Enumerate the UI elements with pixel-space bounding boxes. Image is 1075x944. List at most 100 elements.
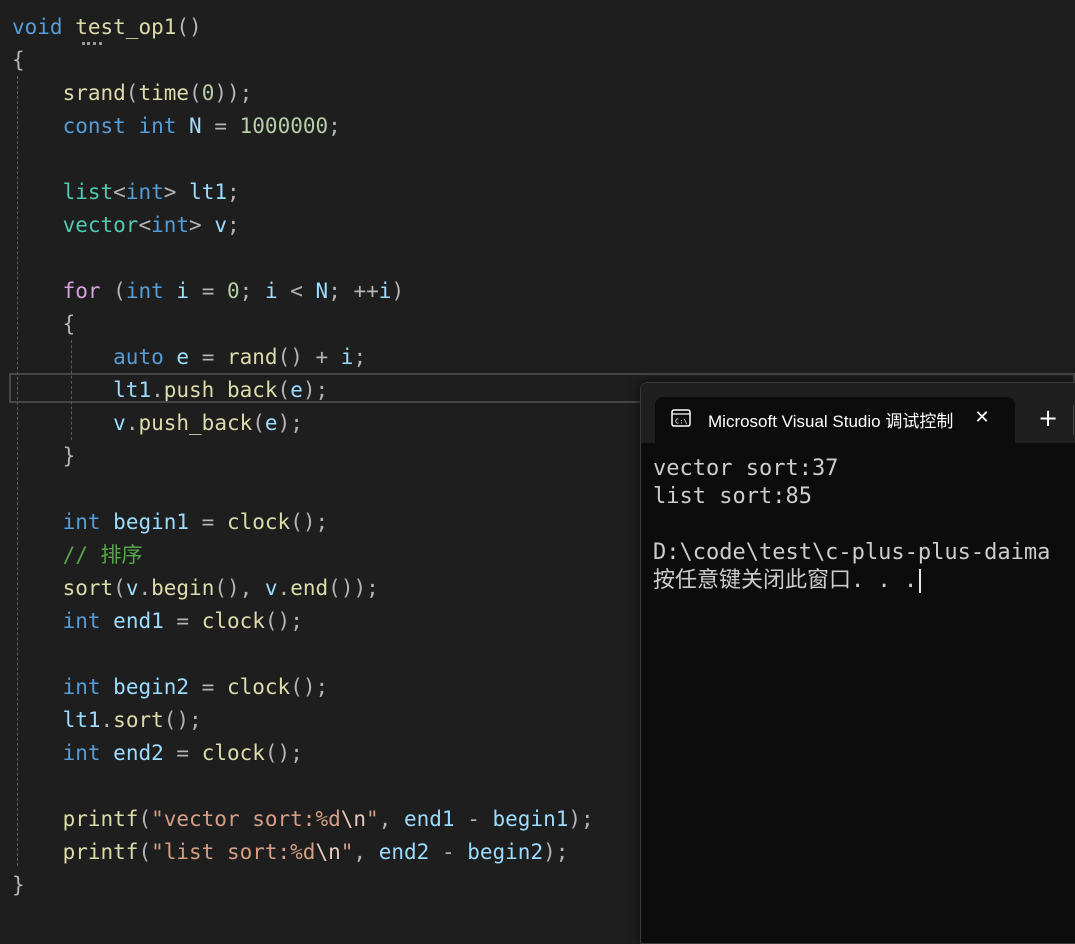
code-line: auto e = rand() + i;: [12, 341, 366, 374]
close-icon[interactable]: ✕: [971, 405, 993, 431]
code-token: lt1: [189, 180, 227, 204]
code-token: (): [176, 15, 202, 39]
code-token: clock: [226, 675, 291, 699]
console-line: D:\code\test\c-plus-plus-daima: [653, 540, 1051, 565]
code-token: =: [189, 510, 227, 534]
code-token: -: [429, 840, 468, 864]
code-line: sort(v.begin(), v.end());: [12, 572, 379, 605]
code-line: for (int i = 0; i < N; ++i): [12, 275, 405, 308]
code-token: sort: [113, 708, 164, 732]
code-token: .: [125, 411, 139, 435]
code-token: int: [62, 609, 101, 633]
code-token: <: [113, 180, 126, 204]
new-tab-button[interactable]: +: [1035, 405, 1061, 431]
console-output[interactable]: vector sort:37 list sort:85 D:\code\test…: [653, 455, 1075, 595]
code-token: .: [277, 576, 291, 600]
code-token: v: [214, 213, 227, 237]
console-window[interactable]: C:\ Microsoft Visual Studio 调试控制台 ✕ + ve…: [640, 382, 1075, 944]
code-line: lt1.sort();: [12, 704, 202, 737]
indent-guide-outer: [17, 76, 18, 866]
code-line: int end2 = clock();: [12, 737, 303, 770]
code-token: i: [378, 279, 392, 303]
code-token: ();: [290, 510, 329, 534]
code-token: );: [277, 411, 303, 435]
code-token: }: [12, 873, 25, 897]
console-prompt-text: 按任意键关闭此窗口. . .: [653, 568, 918, 593]
code-token: ;: [227, 213, 240, 237]
code-token: int: [62, 741, 101, 765]
code-token: ;: [353, 345, 367, 369]
code-line: // 排序: [12, 539, 143, 572]
code-token: () +: [277, 345, 341, 369]
code-token: 0: [227, 279, 240, 303]
code-line: list<int> lt1;: [12, 176, 240, 209]
code-token: // 排序: [62, 543, 143, 567]
console-tab[interactable]: C:\ Microsoft Visual Studio 调试控制台 ✕: [655, 397, 1015, 443]
code-line: int begin2 = clock();: [12, 671, 329, 704]
code-token: e: [264, 411, 278, 435]
code-line: {: [12, 308, 76, 341]
code-token: );: [543, 840, 569, 864]
code-token: i: [340, 345, 354, 369]
code-token: int: [62, 675, 101, 699]
indent-guide-inner: [71, 340, 72, 440]
code-token: {: [12, 48, 25, 72]
code-line: }: [12, 440, 76, 473]
code-token: int: [125, 180, 164, 204]
code-token: end: [290, 576, 329, 600]
code-line: }: [12, 869, 25, 902]
code-token: >: [189, 213, 202, 237]
code-token: -: [454, 807, 493, 831]
code-token: ));: [214, 81, 253, 105]
code-line: printf("vector sort:%d\n", end1 - begin1…: [12, 803, 594, 836]
console-tab-title: Microsoft Visual Studio 调试控制台: [708, 412, 955, 431]
code-token: begin2: [113, 675, 190, 699]
console-line: list sort:85: [653, 484, 812, 509]
code-token: =: [201, 114, 240, 138]
code-token: clock: [201, 609, 265, 633]
code-token: (),: [214, 576, 265, 600]
code-token: \n: [340, 807, 367, 831]
code-token: v: [125, 576, 139, 600]
code-line: srand(time(0));: [12, 77, 253, 110]
code-token: {: [62, 312, 76, 336]
code-token: i: [176, 279, 190, 303]
code-token: for: [62, 279, 101, 303]
code-token: int: [125, 279, 164, 303]
code-token: end1: [113, 609, 164, 633]
code-token: ": [366, 807, 379, 831]
code-token: (: [189, 81, 202, 105]
tab-divider: [1073, 405, 1074, 435]
code-token: ": [340, 840, 354, 864]
code-token: .: [138, 576, 152, 600]
code-token: ();: [163, 708, 202, 732]
code-token: ; ++: [328, 279, 379, 303]
suggestion-squiggle: [82, 38, 102, 45]
code-token: end2: [113, 741, 164, 765]
code-token: ;: [328, 114, 341, 138]
svg-text:C:\: C:\: [675, 418, 688, 426]
code-line: vector<int> v;: [12, 209, 240, 242]
code-token: int: [138, 114, 177, 138]
code-token: (: [100, 279, 126, 303]
code-token: printf: [62, 840, 139, 864]
code-token: }: [62, 444, 76, 468]
